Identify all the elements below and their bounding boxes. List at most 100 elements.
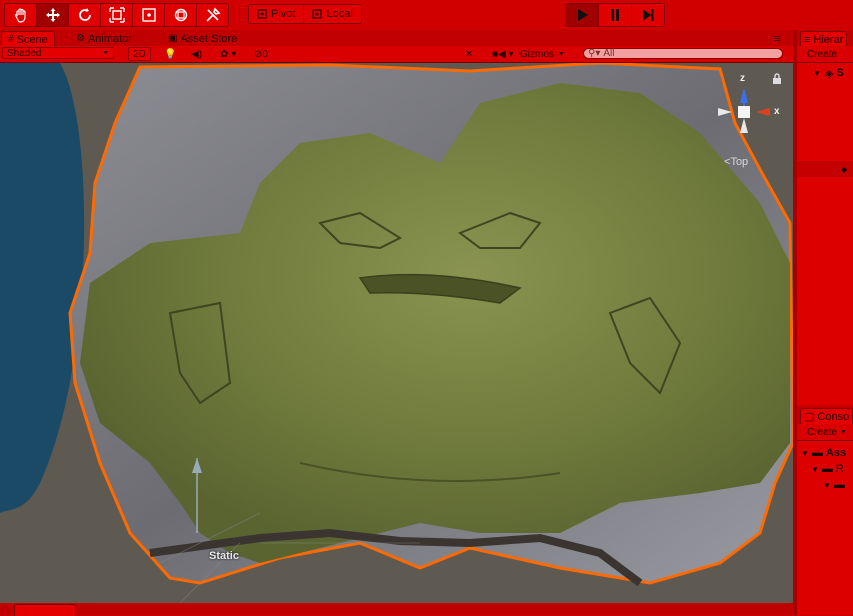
project-folder-label: R xyxy=(835,463,844,475)
tab-scene[interactable]: # Scene xyxy=(1,31,55,47)
tab-animator[interactable]: ⚙ Animator xyxy=(70,31,138,46)
gizmo-view-text: Top xyxy=(730,156,749,168)
unity-scene-icon: ◈ xyxy=(824,67,834,80)
tab-scene-label: Scene xyxy=(16,33,48,46)
pause-button[interactable] xyxy=(599,4,632,26)
static-label: Static xyxy=(209,550,239,562)
expand-arrow-icon: ▼ xyxy=(801,448,809,458)
tab-console-label: Conso xyxy=(817,410,850,423)
expand-arrow-icon: ▼ xyxy=(823,480,831,490)
scene-viewport[interactable]: Static z x <Top xyxy=(0,63,793,603)
effects-icon: ✿ ▾ xyxy=(220,48,237,60)
step-button[interactable] xyxy=(632,4,664,26)
project-subfolder-row[interactable]: ▼ ▬ xyxy=(797,477,853,493)
camera-icon: ■◀ ▾ xyxy=(492,48,514,60)
effects-dropdown[interactable]: ✿ ▾ xyxy=(220,47,236,61)
hidden-objects-toggle[interactable]: ⊘ 0 xyxy=(254,47,268,61)
hierarchy-selected-row[interactable]: ◆ xyxy=(797,161,853,177)
audio-toggle[interactable]: ◀) xyxy=(191,47,202,61)
tab-console[interactable]: ▢ Conso xyxy=(800,408,853,424)
gameobject-icon: ◆ xyxy=(841,164,848,174)
gizmos-dropdown[interactable]: Gizmos ▼ xyxy=(520,47,565,61)
project-assets-label: Ass xyxy=(825,447,847,459)
pivot-label: Pivot xyxy=(271,8,296,20)
chevron-down-icon: ▼ xyxy=(102,49,109,57)
transform-tool-button[interactable] xyxy=(165,4,197,26)
scene-icon: # xyxy=(8,34,14,45)
effects-count: 0 xyxy=(262,48,268,60)
chevron-down-icon: ▼ xyxy=(840,428,847,436)
hierarchy-create-label: Create xyxy=(807,48,838,60)
scene-tab-strip: # Scene ⚙ Animator ▣ Asset Store ≡ xyxy=(0,30,793,47)
local-icon xyxy=(312,9,323,19)
wrench-icon: ✕ xyxy=(465,48,474,60)
hierarchy-bar: Create xyxy=(797,46,853,63)
folder-icon: ▬ xyxy=(833,479,845,491)
local-button[interactable]: Local xyxy=(304,5,361,23)
tab-asset-store[interactable]: ▣ Asset Store xyxy=(162,31,243,46)
hierarchy-scene-label: S xyxy=(836,67,844,79)
play-button[interactable] xyxy=(566,4,599,26)
2d-toggle[interactable]: 2D xyxy=(128,47,151,61)
local-label: Local xyxy=(326,8,353,20)
pivot-icon xyxy=(257,9,267,19)
scale-tool-button[interactable] xyxy=(101,4,133,26)
search-placeholder: All xyxy=(603,48,615,59)
hierarchy-list: ▼ ◈ S ◆ xyxy=(797,63,853,405)
bottom-tab-strip xyxy=(0,603,793,616)
custom-tool-button[interactable] xyxy=(197,4,228,26)
shading-mode-dropdown[interactable]: Shaded ▼ xyxy=(2,47,114,59)
rect-icon xyxy=(141,8,156,22)
hierarchy-icon: ≡ xyxy=(804,33,811,46)
move-icon xyxy=(45,8,60,22)
tab-bottom-1[interactable] xyxy=(74,604,156,615)
scene-control-bar: Shaded ▼ 2D 💡 ◀) ✿ ▾ ⊘ 0 ✕ ■◀ ▾ Gizmos ▼… xyxy=(0,46,793,63)
project-tree: ▼ ▬ Ass ▼ ▬ R ▼ ▬ xyxy=(797,441,853,615)
console-icon: ▢ xyxy=(804,411,815,423)
project-create-button[interactable]: Create ▼ xyxy=(807,425,847,439)
panel-menu-button[interactable]: ≡ xyxy=(768,31,786,46)
project-bar: Create ▼ xyxy=(797,424,853,441)
rotate-tool-button[interactable] xyxy=(69,4,101,26)
tab-animator-label: Animator xyxy=(87,32,132,45)
folder-icon: ▬ xyxy=(811,447,823,459)
pivot-toggle-group: Pivot Local xyxy=(248,4,362,24)
tab-hierarchy-label: Hierar xyxy=(813,33,844,46)
project-create-label: Create xyxy=(807,426,838,438)
terrain-render xyxy=(0,63,793,603)
pivot-button[interactable]: Pivot xyxy=(249,5,305,23)
rotate-icon xyxy=(78,8,91,21)
camera-dropdown[interactable]: ■◀ ▾ xyxy=(492,47,514,61)
animator-icon: ⚙ xyxy=(76,33,85,44)
gizmo-z-label: z xyxy=(740,73,745,84)
pause-icon xyxy=(611,9,619,21)
tab-hierarchy[interactable]: ≡ Hierar xyxy=(800,31,848,47)
project-assets-row[interactable]: ▼ ▬ Ass xyxy=(797,445,853,461)
transform-icon xyxy=(174,8,187,22)
expand-arrow-icon: ▼ xyxy=(811,464,819,474)
main-toolbar: Pivot Local xyxy=(0,0,853,30)
rect-tool-button[interactable] xyxy=(133,4,165,26)
expand-arrow-icon: ▼ xyxy=(813,68,821,78)
play-icon xyxy=(578,9,588,21)
hierarchy-create-button[interactable]: Create xyxy=(807,47,837,61)
playback-controls xyxy=(565,3,665,27)
chevron-down-icon: ▼ xyxy=(557,50,565,58)
hand-tool-button[interactable] xyxy=(5,4,37,26)
search-icon: ⚲▾ xyxy=(588,48,601,59)
tab-bottom-0[interactable] xyxy=(14,604,76,616)
custom-tool-icon xyxy=(205,7,220,22)
lighting-toggle[interactable]: 💡 xyxy=(164,47,176,61)
hierarchy-scene-row[interactable]: ▼ ◈ S xyxy=(797,65,853,81)
store-icon: ▣ xyxy=(168,33,178,44)
gizmo-view-label[interactable]: <Top xyxy=(724,156,748,168)
eye-slash-icon: ⊘ xyxy=(254,48,263,60)
step-icon xyxy=(643,9,654,21)
tools-toggle[interactable]: ✕ xyxy=(465,47,473,61)
transform-tools xyxy=(4,3,229,27)
2d-label: 2D xyxy=(133,48,146,60)
scene-search-input[interactable]: ⚲▾ All xyxy=(583,48,783,59)
hand-icon xyxy=(14,8,26,23)
move-tool-button[interactable] xyxy=(37,4,69,26)
project-folder-row[interactable]: ▼ ▬ R xyxy=(797,461,853,477)
